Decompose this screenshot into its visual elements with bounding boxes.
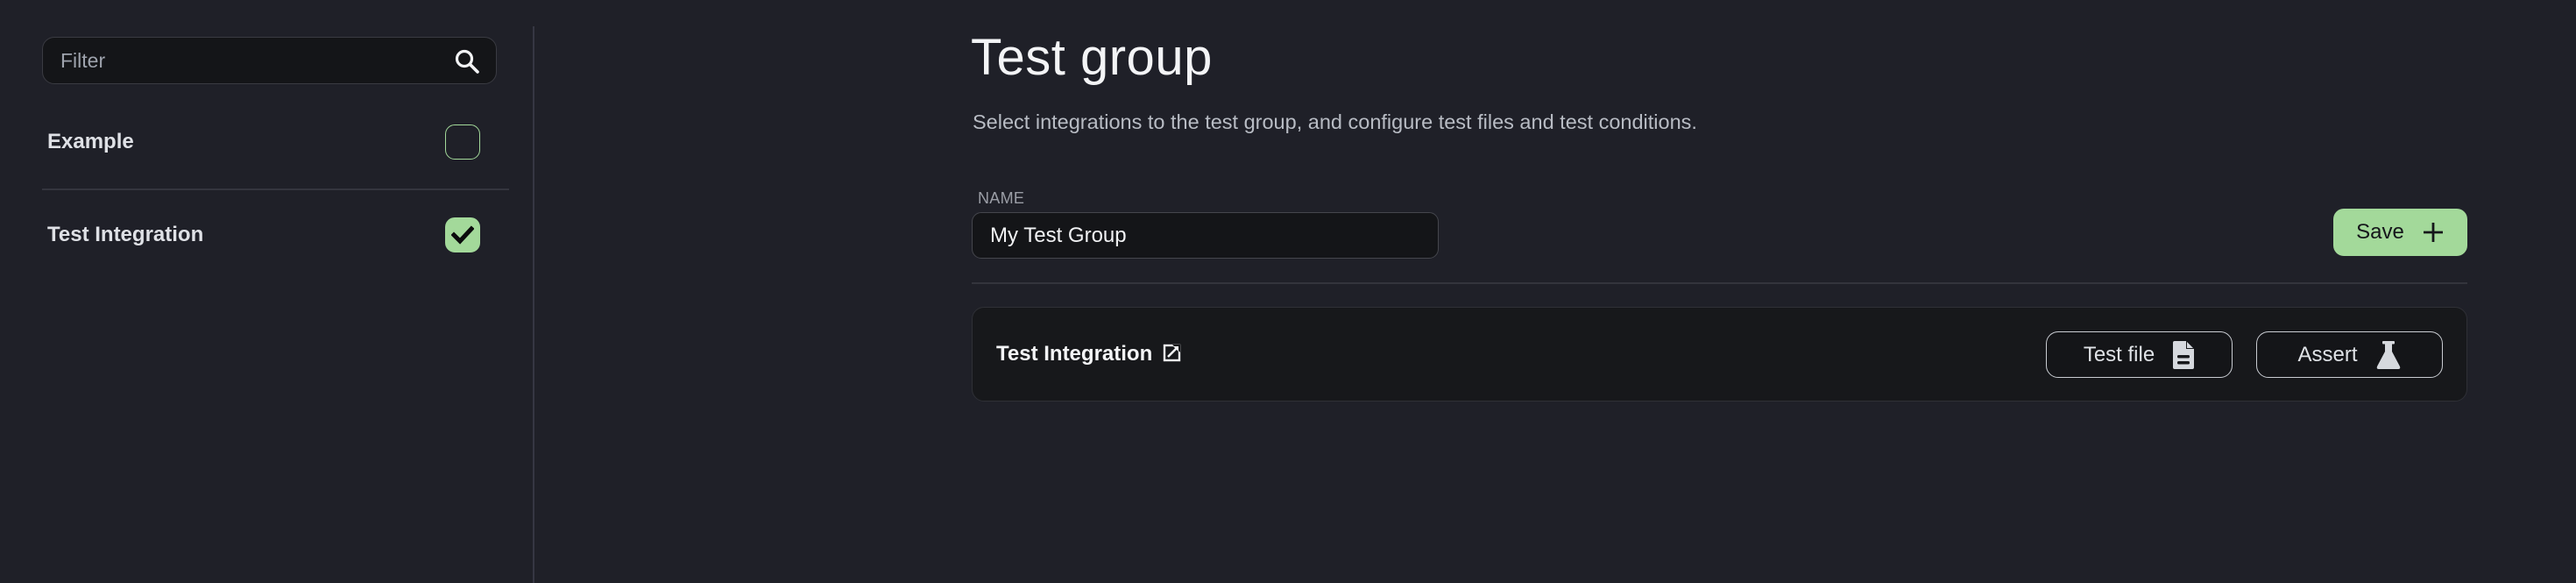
integration-title: Test Integration (996, 342, 1182, 366)
test-file-button[interactable]: Test file (2046, 331, 2233, 378)
example-checkbox[interactable] (445, 124, 480, 160)
sidebar-item-example[interactable]: Example (42, 107, 509, 177)
file-icon (2173, 340, 2195, 369)
name-input[interactable] (972, 212, 1439, 259)
integration-name: Test Integration (996, 342, 1153, 366)
filter-field[interactable] (42, 37, 497, 84)
page-title: Test group (971, 29, 1213, 86)
checkmark-icon (451, 225, 474, 245)
sidebar-item-test-integration[interactable]: Test Integration (42, 200, 509, 270)
assert-label: Assert (2297, 342, 2358, 366)
save-button-label: Save (2356, 220, 2404, 244)
flask-icon (2376, 340, 2400, 369)
sidebar-border (533, 26, 534, 583)
save-button[interactable]: Save (2333, 209, 2467, 256)
section-divider (972, 282, 2467, 284)
sidebar-item-label: Example (47, 130, 134, 153)
search-icon[interactable] (454, 48, 480, 75)
name-label: NAME (978, 189, 1025, 207)
filter-input[interactable] (60, 38, 446, 83)
sidebar-item-label: Test Integration (47, 223, 204, 246)
test-file-label: Test file (2083, 342, 2155, 366)
integration-card: Test Integration Test file Assert (972, 307, 2467, 402)
test-integration-checkbox[interactable] (445, 217, 480, 252)
external-link-icon[interactable] (1163, 343, 1182, 366)
plus-icon (2423, 223, 2443, 242)
sidebar-divider (42, 188, 509, 190)
sidebar: Example Test Integration (0, 0, 534, 583)
page-subtitle: Select integrations to the test group, a… (973, 110, 1697, 133)
assert-button[interactable]: Assert (2256, 331, 2443, 378)
